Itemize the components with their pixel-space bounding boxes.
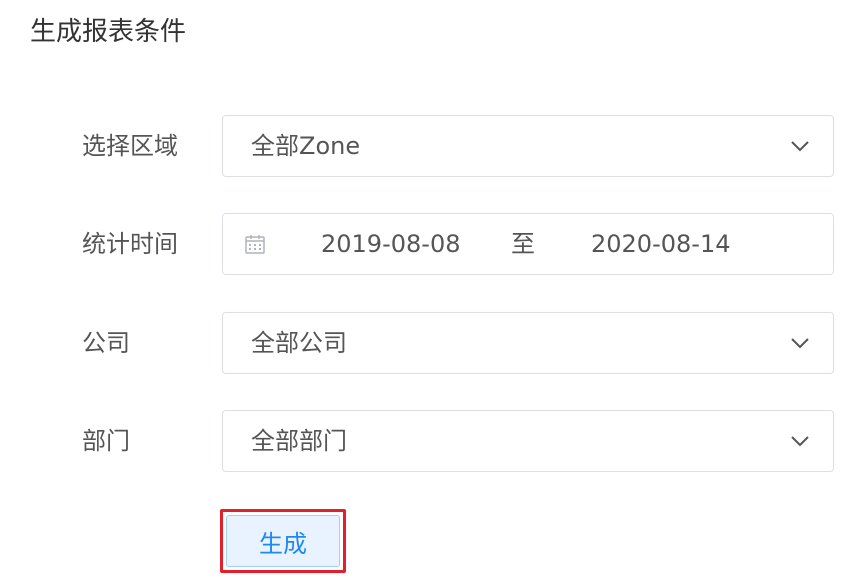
start-date-input[interactable]: 2019-08-08 bbox=[321, 214, 460, 274]
end-date-input[interactable]: 2020-08-14 bbox=[591, 214, 730, 274]
calendar-icon bbox=[245, 235, 265, 254]
chevron-down-icon bbox=[791, 141, 809, 152]
zone-select[interactable]: 全部Zone bbox=[222, 115, 834, 177]
zone-select-value: 全部Zone bbox=[251, 132, 361, 160]
company-select[interactable]: 全部公司 bbox=[222, 312, 834, 374]
zone-label: 选择区域 bbox=[82, 132, 178, 160]
page-title: 生成报表条件 bbox=[30, 17, 187, 47]
chevron-down-icon bbox=[791, 338, 809, 349]
chevron-down-icon bbox=[791, 436, 809, 447]
department-select-value: 全部部门 bbox=[251, 427, 347, 455]
department-select[interactable]: 全部部门 bbox=[222, 410, 834, 472]
department-label: 部门 bbox=[82, 427, 130, 455]
date-range-separator: 至 bbox=[511, 230, 535, 258]
company-select-value: 全部公司 bbox=[251, 329, 347, 357]
generate-button[interactable]: 生成 bbox=[226, 515, 340, 567]
period-label: 统计时间 bbox=[82, 230, 178, 258]
generate-button-highlight: 生成 bbox=[220, 509, 346, 573]
date-range-picker[interactable]: 2019-08-08 至 2020-08-14 bbox=[222, 213, 834, 275]
company-label: 公司 bbox=[82, 329, 130, 357]
